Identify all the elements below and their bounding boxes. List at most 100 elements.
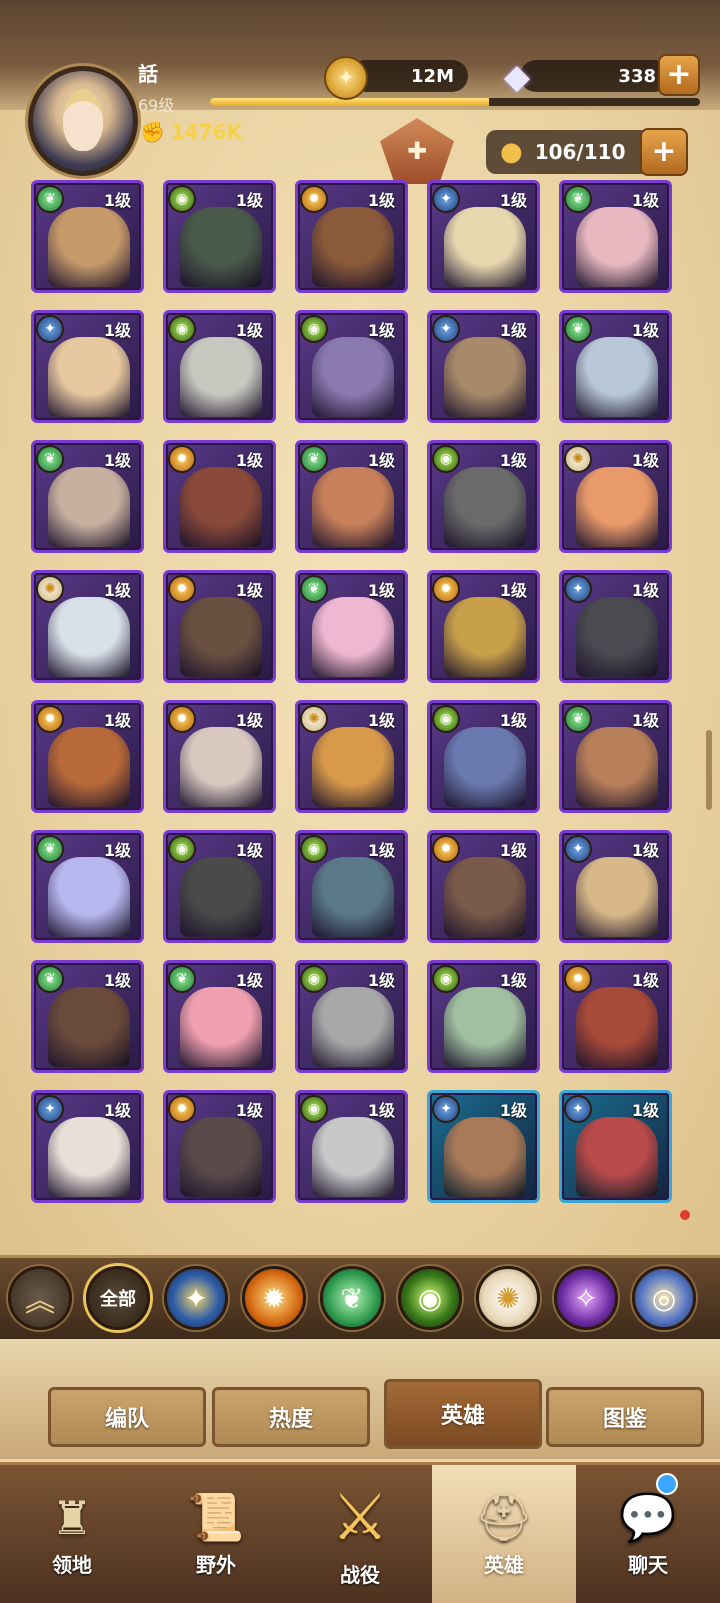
hero-card[interactable]: ◉ 1级 <box>295 830 408 943</box>
tab-3[interactable]: 图鉴 <box>546 1387 704 1447</box>
hero-capacity-value: 106/110 <box>534 140 626 164</box>
lightbearer-faction-icon: ✦ <box>564 575 592 603</box>
hero-card[interactable]: ✦ 1级 <box>427 180 540 293</box>
celestial-faction-icon: ✺ <box>36 575 64 603</box>
hero-card[interactable]: ◉ 1级 <box>295 310 408 423</box>
hero-card[interactable]: ◉ 1级 <box>427 440 540 553</box>
hero-card[interactable]: ✦ 1级 <box>559 830 672 943</box>
hero-level: 1级 <box>499 841 527 860</box>
wilder-faction-icon: ❦ <box>564 185 592 213</box>
player-avatar[interactable] <box>28 66 138 176</box>
hero-portrait <box>48 337 130 417</box>
graveborn-faction-icon: ◉ <box>168 835 196 863</box>
hero-card[interactable]: ✹ 1级 <box>559 960 672 1073</box>
hero-card[interactable]: ✹ 1级 <box>163 1090 276 1203</box>
hero-card[interactable]: ❦ 1级 <box>31 830 144 943</box>
dark-star-icon[interactable]: ✧ <box>554 1266 618 1330</box>
nav-item-2[interactable]: ⚔ 战役 <box>288 1465 432 1603</box>
hero-card[interactable]: ✹ 1级 <box>295 180 408 293</box>
hero-level: 1级 <box>367 971 395 990</box>
add-diamonds-button[interactable]: + <box>658 54 700 96</box>
nav-item-1[interactable]: 📜 野外 <box>144 1465 288 1603</box>
gold-value: 12M <box>411 65 454 87</box>
hero-portrait <box>444 207 526 287</box>
hero-card[interactable]: ✹ 1级 <box>427 830 540 943</box>
hero-card[interactable]: ✹ 1级 <box>163 440 276 553</box>
nav-item-0[interactable]: ♜ 领地 <box>0 1465 144 1603</box>
mauler-icon[interactable]: ✹ <box>242 1266 306 1330</box>
hero-card[interactable]: ✹ 1级 <box>427 570 540 683</box>
lightbearer-faction-icon: ✦ <box>36 1095 64 1123</box>
scrollbar[interactable] <box>706 730 712 810</box>
hero-level: 1级 <box>367 451 395 470</box>
hero-card[interactable]: ◉ 1级 <box>427 700 540 813</box>
hero-card[interactable]: ✺ 1级 <box>559 440 672 553</box>
nav-item-4[interactable]: 💬 聊天 <box>576 1465 720 1603</box>
mauler-faction-icon: ✹ <box>432 575 460 603</box>
hero-level: 1级 <box>367 711 395 730</box>
tab-0[interactable]: 编队 <box>48 1387 206 1447</box>
hero-portrait <box>312 727 394 807</box>
hero-card[interactable]: ✺ 1级 <box>295 700 408 813</box>
hero-card[interactable]: ◉ 1级 <box>295 1090 408 1203</box>
hero-card[interactable]: ◉ 1级 <box>163 310 276 423</box>
hero-card[interactable]: ◉ 1级 <box>427 960 540 1073</box>
hero-level: 1级 <box>499 191 527 210</box>
hero-card[interactable]: ✦ 1级 <box>31 1090 144 1203</box>
hero-card[interactable]: ❦ 1级 <box>31 440 144 553</box>
hero-card[interactable]: ❦ 1级 <box>295 570 408 683</box>
hero-card[interactable]: ❦ 1级 <box>559 180 672 293</box>
hero-card[interactable]: ✦ 1级 <box>427 1090 540 1203</box>
hero-card[interactable]: ❦ 1级 <box>295 440 408 553</box>
hero-card[interactable]: ✺ 1级 <box>31 570 144 683</box>
filter-all-button[interactable]: 全部 <box>86 1266 150 1330</box>
hero-level: 1级 <box>103 841 131 860</box>
hero-card[interactable]: ✹ 1级 <box>163 700 276 813</box>
hero-level: 1级 <box>631 191 659 210</box>
hero-portrait <box>576 207 658 287</box>
mauler-faction-icon: ✹ <box>168 1095 196 1123</box>
hero-card[interactable]: ❦ 1级 <box>559 700 672 813</box>
chevron-up-icon[interactable]: ︽ <box>8 1266 72 1330</box>
hero-level: 1级 <box>235 581 263 600</box>
wilder-faction-icon: ❦ <box>300 575 328 603</box>
add-hero-slots-button[interactable]: + <box>640 128 688 176</box>
nav-label: 领地 <box>52 1552 92 1577</box>
hero-card[interactable]: ❦ 1级 <box>31 960 144 1073</box>
hero-card[interactable]: ✦ 1级 <box>559 1090 672 1203</box>
hero-card[interactable]: ❦ 1级 <box>163 960 276 1073</box>
hero-card[interactable]: ✦ 1级 <box>31 310 144 423</box>
scroll-map-icon: 📜 <box>187 1490 245 1544</box>
hero-portrait <box>576 337 658 417</box>
hero-card[interactable]: ◉ 1级 <box>163 180 276 293</box>
hero-portrait <box>180 727 262 807</box>
graveborn-faction-icon: ◉ <box>168 315 196 343</box>
dimensional-icon[interactable]: ◎ <box>632 1266 696 1330</box>
hero-portrait <box>312 987 394 1067</box>
lightbearer-faction-icon: ✦ <box>432 185 460 213</box>
hero-card[interactable]: ✹ 1级 <box>31 700 144 813</box>
hero-card[interactable]: ✹ 1级 <box>163 570 276 683</box>
tab-2[interactable]: 英雄 <box>384 1379 542 1449</box>
wilder-faction-icon: ❦ <box>564 315 592 343</box>
hero-card[interactable]: ❦ 1级 <box>559 310 672 423</box>
star-burst-icon[interactable]: ✺ <box>476 1266 540 1330</box>
hero-portrait <box>576 987 658 1067</box>
hero-portrait <box>312 597 394 677</box>
hero-card[interactable]: ◉ 1级 <box>163 830 276 943</box>
hero-level: 1级 <box>631 451 659 470</box>
hero-card[interactable]: ✦ 1级 <box>427 310 540 423</box>
star-compass-icon[interactable]: ✦ <box>164 1266 228 1330</box>
hero-portrait <box>48 727 130 807</box>
notification-dot <box>680 1210 690 1220</box>
nav-item-3[interactable]: ⛑ 英雄 <box>432 1465 576 1603</box>
hero-card[interactable]: ❦ 1级 <box>31 180 144 293</box>
hero-card[interactable]: ◉ 1级 <box>295 960 408 1073</box>
hero-card[interactable]: ✦ 1级 <box>559 570 672 683</box>
hero-level: 1级 <box>367 581 395 600</box>
wilder-faction-icon: ❦ <box>168 965 196 993</box>
hero-level: 1级 <box>103 321 131 340</box>
leaf-icon[interactable]: ❦ <box>320 1266 384 1330</box>
tab-1[interactable]: 热度 <box>212 1387 370 1447</box>
eye-icon[interactable]: ◉ <box>398 1266 462 1330</box>
